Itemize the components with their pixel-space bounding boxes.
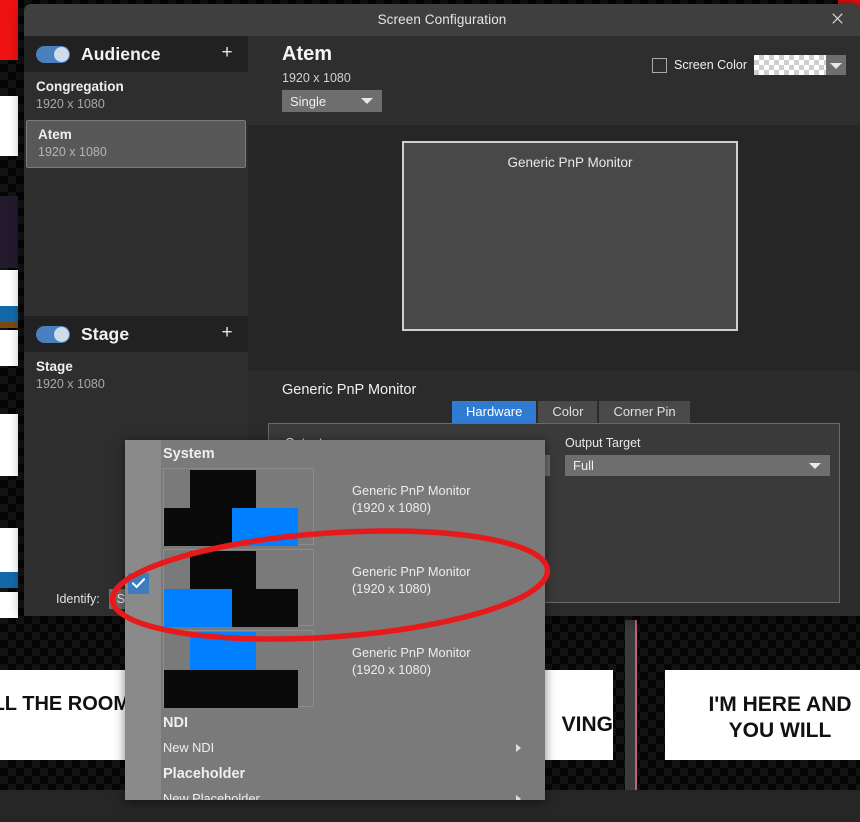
output-target-field: Output Target Full <box>565 436 830 476</box>
menu-section-ndi: NDI <box>163 715 188 731</box>
monitor-resolution: (1920 x 1080) <box>352 580 431 596</box>
audience-group-header: Audience + <box>24 36 248 72</box>
sidebar-item-congregation[interactable]: Congregation 1920 x 1080 <box>24 72 248 120</box>
stage-group-header: Stage + <box>24 316 248 352</box>
monitor-label: Generic PnP Monitor (1920 x 1080) <box>352 483 471 516</box>
background-card-text: S S <box>0 424 14 470</box>
output-target-select[interactable]: Full <box>565 455 830 476</box>
window-title: Screen Configuration <box>377 12 507 27</box>
monitor-preview-label: Generic PnP Monitor <box>507 155 633 170</box>
monitor-resolution: (1920 x 1080) <box>352 661 431 677</box>
screen-name: Congregation <box>36 79 124 94</box>
title-bar: Screen Configuration <box>24 4 860 36</box>
screen-color-swatch[interactable] <box>754 55 826 75</box>
page-resolution: 1920 x 1080 <box>282 71 351 85</box>
screen-resolution: 1920 x 1080 <box>38 145 107 159</box>
monitor-thumbnail <box>163 630 314 708</box>
monitor-resolution: (1920 x 1080) <box>352 499 431 515</box>
thumb-cell <box>232 589 298 627</box>
detail-tabs: Hardware Color Corner Pin <box>452 401 692 423</box>
screen-color-dropdown-arrow[interactable] <box>826 55 846 75</box>
menu-gutter <box>125 440 161 800</box>
output-target-value: Full <box>573 458 594 473</box>
chevron-down-icon <box>361 98 373 104</box>
menu-section-system: System <box>163 446 215 462</box>
menu-item-monitor-2[interactable]: Generic PnP Monitor (1920 x 1080) <box>161 547 545 628</box>
layout-mode-value: Single <box>290 93 327 109</box>
background-card <box>0 592 18 618</box>
sidebar-item-atem[interactable]: Atem 1920 x 1080 <box>26 120 246 168</box>
screen-color-label: Screen Color <box>674 58 747 72</box>
menu-section-placeholder: Placeholder <box>163 766 246 782</box>
screen-color-checkbox[interactable] <box>652 57 668 73</box>
identify-label: Identify: <box>56 592 100 606</box>
monitor-name: Generic PnP Monitor <box>352 564 471 579</box>
tab-corner-pin[interactable]: Corner Pin <box>599 401 690 423</box>
menu-item-monitor-1[interactable]: Generic PnP Monitor (1920 x 1080) <box>161 466 545 547</box>
background-card-text: LL THE ROOM <box>0 693 130 715</box>
menu-item-monitor-3[interactable]: Generic PnP Monitor (1920 x 1080) <box>161 628 545 709</box>
thumb-cell <box>164 670 232 708</box>
red-strip <box>0 0 18 60</box>
monitor-thumbnail <box>163 468 314 546</box>
thumb-cell-highlight <box>232 508 298 546</box>
background-card-text: I'M HERE AND YOU WILL <box>708 693 852 742</box>
monitor-preview-box[interactable]: Generic PnP Monitor <box>402 141 738 331</box>
screen-resolution: 1920 x 1080 <box>36 377 105 391</box>
monitor-name: Generic PnP Monitor <box>352 483 471 498</box>
menu-item-label: New NDI <box>163 740 215 755</box>
stage-group-title: Stage <box>81 323 130 344</box>
background-card <box>0 306 18 322</box>
screen-canvas: Generic PnP Monitor <box>248 125 860 371</box>
page-title: Atem <box>282 43 333 65</box>
background-card <box>0 322 18 328</box>
screen-name: Atem <box>38 127 72 142</box>
add-audience-screen-button[interactable]: + <box>216 43 238 65</box>
background-card <box>0 96 18 156</box>
audience-group-title: Audience <box>81 43 161 64</box>
chevron-right-icon <box>516 795 521 800</box>
screen-resolution: 1920 x 1080 <box>36 97 105 111</box>
menu-item-label: New Placeholder <box>163 791 260 800</box>
toggle-knob <box>54 46 69 62</box>
monitor-label: Generic PnP Monitor (1920 x 1080) <box>352 564 471 597</box>
output-target-label: Output Target <box>565 436 641 450</box>
menu-item-new-placeholder[interactable]: New Placeholder <box>161 786 545 800</box>
thumb-cell-highlight <box>164 589 232 627</box>
output-source-dropdown-menu: System Generic PnP Monitor (1920 x 1080)… <box>125 440 545 800</box>
stage-toggle[interactable] <box>36 325 70 343</box>
monitor-label: Generic PnP Monitor (1920 x 1080) <box>352 645 471 678</box>
background-card <box>0 270 18 306</box>
background-card <box>0 528 18 572</box>
toggle-knob <box>54 326 69 342</box>
thumb-cell-highlight <box>190 632 256 670</box>
screen-name: Stage <box>36 359 73 374</box>
background-card <box>0 572 18 588</box>
thumb-cell <box>164 508 232 546</box>
menu-item-new-ndi[interactable]: New NDI <box>161 735 545 760</box>
monitor-name: Generic PnP Monitor <box>352 645 471 660</box>
thumb-cell <box>190 470 256 508</box>
background-card <box>0 196 18 268</box>
audience-pane: Audience + Congregation 1920 x 1080 Atem… <box>24 36 248 316</box>
monitor-thumbnail <box>163 549 314 627</box>
add-stage-screen-button[interactable]: + <box>216 323 238 345</box>
detail-title: Generic PnP Monitor <box>282 382 417 398</box>
chevron-right-icon <box>516 744 521 752</box>
thumb-cell <box>190 551 256 589</box>
main-header: Atem 1920 x 1080 Single Screen Color <box>248 36 860 125</box>
menu-body: System Generic PnP Monitor (1920 x 1080)… <box>161 440 545 800</box>
layout-mode-select[interactable]: Single <box>282 90 382 112</box>
screen-color-control: Screen Color <box>652 55 846 75</box>
sidebar-item-stage[interactable]: Stage 1920 x 1080 <box>24 352 248 400</box>
thumb-cell <box>232 670 298 708</box>
selected-monitor-check-icon[interactable] <box>128 573 149 594</box>
close-icon[interactable] <box>814 4 860 36</box>
tab-color[interactable]: Color <box>538 401 598 423</box>
audience-toggle[interactable] <box>36 45 70 63</box>
background-card <box>0 330 18 366</box>
tab-hardware[interactable]: Hardware <box>452 401 537 423</box>
chevron-down-icon <box>809 462 821 469</box>
